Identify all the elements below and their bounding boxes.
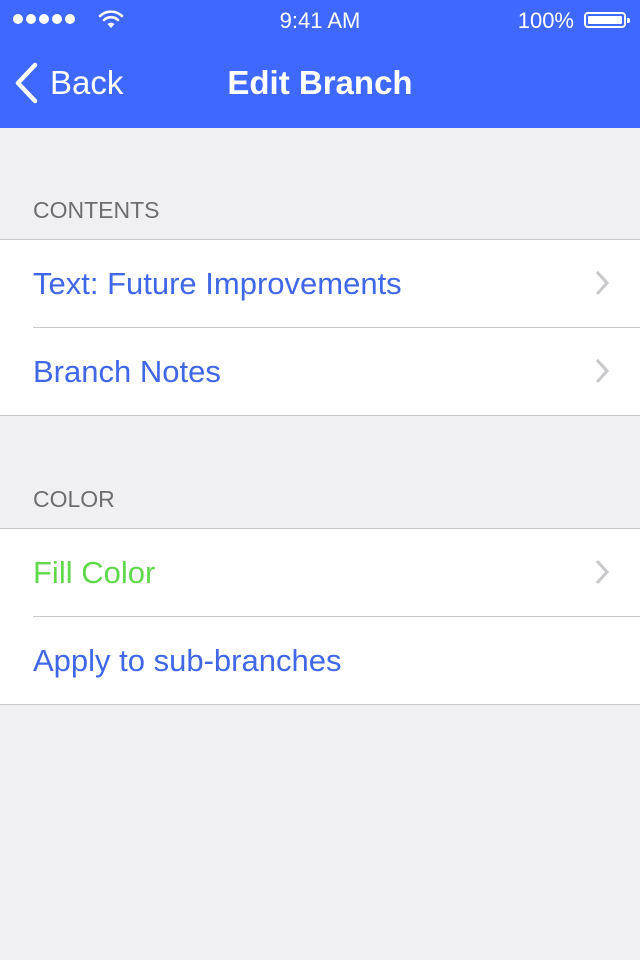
- cell-fill-color[interactable]: Fill Color: [0, 529, 640, 616]
- cell-text[interactable]: Text: Future Improvements: [0, 240, 640, 327]
- battery-fill: [588, 16, 622, 24]
- cell-label: Branch Notes: [33, 353, 221, 389]
- battery-icon: [584, 12, 630, 28]
- top-bar: 9:41 AM 100% Back Edit Branch: [0, 0, 640, 128]
- cell-label: Apply to sub-branches: [33, 642, 342, 678]
- cell-apply-sub-branches[interactable]: Apply to sub-branches: [0, 616, 640, 704]
- cell-branch-notes[interactable]: Branch Notes: [0, 327, 640, 415]
- status-bar: 9:41 AM 100%: [0, 0, 640, 40]
- contents-group: Text: Future Improvements Branch Notes: [0, 239, 640, 416]
- battery-percent: 100%: [517, 8, 574, 33]
- cell-label: Text: Future Improvements: [33, 265, 402, 301]
- section-header-contents: CONTENTS: [33, 197, 160, 223]
- chevron-right-icon: [595, 270, 610, 296]
- chevron-right-icon: [595, 559, 610, 585]
- section-header-color: COLOR: [33, 486, 115, 512]
- cell-label: Fill Color: [33, 554, 156, 590]
- navigation-bar: Back Edit Branch: [0, 40, 640, 128]
- color-group: Fill Color Apply to sub-branches: [0, 528, 640, 705]
- page-title: Edit Branch: [227, 64, 413, 101]
- chevron-right-icon: [595, 358, 610, 384]
